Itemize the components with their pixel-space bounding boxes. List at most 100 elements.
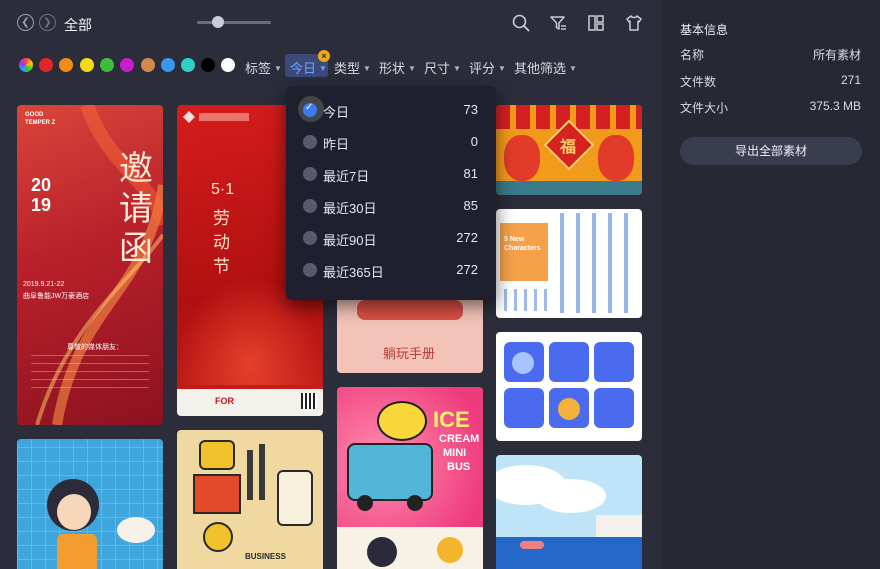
caret-down-icon: ▼ — [569, 64, 577, 73]
radio-checked-icon[interactable] — [303, 102, 317, 117]
color-filter-yellow[interactable] — [80, 58, 94, 72]
cloud-shape — [536, 479, 606, 513]
color-filter-blue[interactable] — [161, 58, 175, 72]
card-ice-sub1: CREAM — [439, 433, 480, 445]
boat-shape — [520, 541, 544, 549]
character-shape — [367, 537, 397, 567]
color-filter-red[interactable] — [39, 58, 53, 72]
icon-3d-shape — [558, 398, 580, 420]
color-filter-green[interactable] — [100, 58, 114, 72]
asset-card-3d-icons[interactable] — [496, 332, 642, 441]
thumbnail-size-slider[interactable] — [197, 21, 271, 24]
option-label: 最近365日 — [323, 265, 384, 280]
plate-shape — [117, 517, 155, 543]
lion-right — [598, 135, 634, 181]
dropdown-option-today[interactable]: 今日 73 — [286, 94, 496, 126]
card-date: 2019.9.21-22 — [23, 281, 65, 288]
caret-down-icon: ▼ — [498, 64, 506, 73]
caret-down-icon: ▼ — [274, 64, 282, 73]
forward-button[interactable]: ❯ — [39, 14, 56, 31]
card-ice-title: ICE — [433, 407, 470, 432]
caret-down-icon: ▼ — [408, 64, 416, 73]
color-filter-brown[interactable] — [141, 58, 155, 72]
card-big-title: 邀请函 — [119, 150, 153, 268]
filter-rating[interactable]: 评分 ▼ — [469, 58, 506, 77]
asset-card-factory[interactable]: BUSINESS — [177, 430, 323, 569]
filter-bar: 标签 ▼ 今日 ▼ × 类型 ▼ 形状 ▼ 尺寸 ▼ 评分 ▼ 其他筛选 ▼ — [0, 50, 662, 78]
robot-body — [193, 474, 241, 514]
card-brand-text: GOOD TEMPER Z — [25, 112, 56, 126]
dropdown-option-30days[interactable]: 最近30日 85 — [286, 190, 496, 222]
option-count: 81 — [463, 166, 478, 181]
dropdown-option-yesterday[interactable]: 昨日 0 — [286, 126, 496, 158]
dropdown-option-7days[interactable]: 最近7日 81 — [286, 158, 496, 190]
people-grid — [554, 213, 638, 313]
filter-type[interactable]: 类型 ▼ — [334, 58, 371, 77]
sun-shape — [437, 537, 463, 563]
color-filter-all[interactable] — [19, 58, 33, 72]
option-count: 85 — [463, 198, 478, 213]
bus-wheel-1 — [357, 495, 373, 511]
layout-icon[interactable] — [586, 13, 606, 33]
color-filter-cyan[interactable] — [181, 58, 195, 72]
slider-handle[interactable] — [212, 16, 224, 28]
chimney-2 — [259, 444, 265, 500]
color-filter-white[interactable] — [221, 58, 235, 72]
radio-unchecked-icon[interactable] — [303, 167, 317, 181]
radio-unchecked-icon[interactable] — [303, 199, 317, 213]
dropdown-option-90days[interactable]: 最近90日 272 — [286, 222, 496, 254]
filter-shape[interactable]: 形状 ▼ — [379, 58, 416, 77]
option-count: 73 — [463, 102, 478, 117]
qr-code — [301, 393, 317, 409]
export-all-button[interactable]: 导出全部素材 — [680, 137, 862, 165]
asset-card-seaside[interactable] — [496, 455, 642, 569]
info-key-file-count: 文件数 — [680, 75, 717, 89]
ice-cream-blob — [377, 401, 427, 441]
asset-card-invitation[interactable]: GOOD TEMPER Z 邀请函 2019 2019.9.21-22 曲阜鲁能… — [17, 105, 163, 425]
filter-icon[interactable] — [548, 13, 568, 33]
card-business-text: BUSINESS — [245, 552, 286, 561]
asset-card-swimmer[interactable] — [17, 439, 163, 569]
asset-card-ice-cream-bus[interactable]: ICE CREAM MINI BUS — [337, 387, 483, 569]
dropdown-option-365days[interactable]: 最近365日 272 — [286, 254, 496, 286]
icon-tile-4 — [504, 388, 544, 428]
asset-card-characters[interactable]: 5 New Characters — [496, 209, 642, 318]
people-row — [500, 289, 550, 311]
filter-size[interactable]: 尺寸 ▼ — [424, 58, 461, 77]
face-shape — [57, 494, 91, 530]
option-count: 272 — [456, 262, 478, 277]
filter-today-label: 今日 — [290, 61, 317, 76]
radio-unchecked-icon[interactable] — [303, 135, 317, 149]
card-greeting: 尊敬的媒体朋友： — [67, 344, 123, 351]
caret-down-icon: ▼ — [319, 64, 327, 73]
option-count: 272 — [456, 230, 478, 245]
color-filter-orange[interactable] — [59, 58, 73, 72]
filter-tags[interactable]: 标签 ▼ — [245, 58, 282, 77]
toolbar: ❮ ❯ 全部 — [0, 0, 662, 46]
option-label: 最近90日 — [323, 233, 377, 248]
asset-card-fu[interactable]: 福 — [496, 105, 642, 195]
card-footer-brand: FOR — [215, 396, 234, 406]
caret-down-icon: ▼ — [453, 64, 461, 73]
color-filter-black[interactable] — [201, 58, 215, 72]
drink-shape — [57, 534, 97, 569]
radio-unchecked-icon[interactable] — [303, 231, 317, 245]
option-label: 今日 — [323, 105, 350, 120]
tshirt-icon[interactable] — [624, 13, 644, 33]
info-value-file-size: 375.3 MB — [809, 99, 861, 113]
sea-shape — [496, 537, 642, 569]
icon-3d-shape — [512, 352, 534, 374]
filter-other[interactable]: 其他筛选 ▼ — [514, 58, 577, 77]
card-place: 曲阜鲁能JW万豪酒店 — [23, 293, 90, 300]
icon-tile-3 — [594, 342, 634, 382]
wave-band — [496, 181, 642, 195]
card-fu-char: 福 — [560, 139, 577, 156]
back-button[interactable]: ❮ — [17, 14, 34, 31]
color-filter-purple[interactable] — [120, 58, 134, 72]
lion-left — [504, 135, 540, 181]
radio-unchecked-icon[interactable] — [303, 263, 317, 277]
option-count: 0 — [470, 134, 478, 149]
clear-filter-button[interactable]: × — [318, 50, 330, 62]
info-value-name: 所有素材 — [812, 48, 861, 62]
search-icon[interactable] — [511, 13, 531, 33]
